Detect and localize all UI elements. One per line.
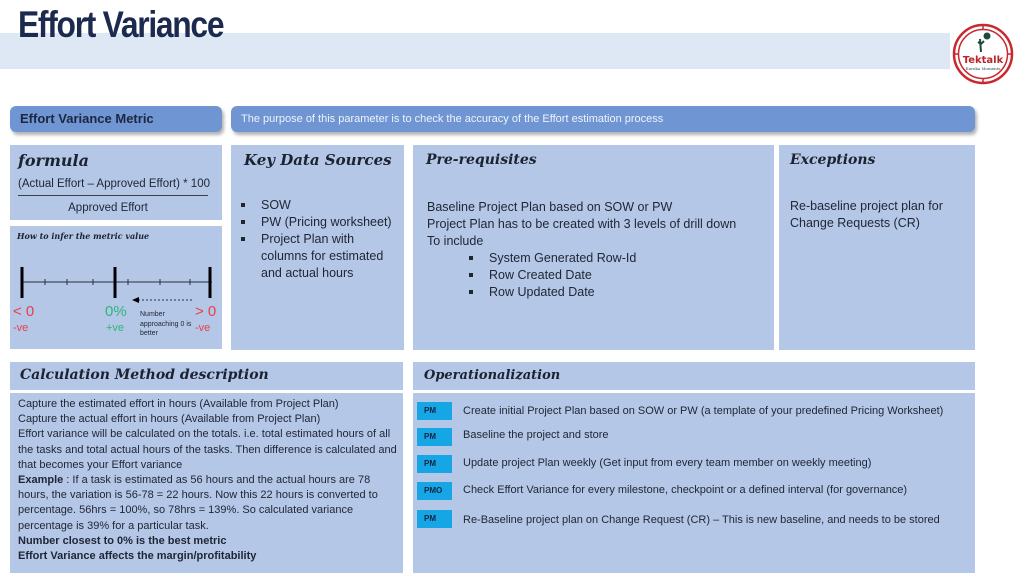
note-line: better	[140, 330, 158, 337]
operationalization-heading: Operationalization	[424, 368, 561, 383]
arrow-left-icon	[132, 297, 139, 303]
list-item: Project Plan with columns for estimated …	[235, 231, 395, 282]
example-text: : If a task is estimated as 56 hours and…	[18, 474, 378, 532]
logo-tagline: Eureka Moments	[966, 66, 1001, 71]
calc-bold-line: Number closest to 0% is the best metric	[18, 534, 227, 547]
role-badge: PMO	[417, 482, 452, 500]
op-step: PM Create initial Project Plan based on …	[413, 402, 975, 422]
exceptions-panel: Exceptions Re-baseline project plan for …	[779, 145, 975, 350]
prereq-line: Project Plan has to be created with 3 le…	[427, 217, 737, 231]
metric-header: Effort Variance Metric	[10, 106, 222, 132]
calculation-panel: Capture the estimated effort in hours (A…	[10, 393, 403, 573]
calculation-text: Capture the estimated effort in hours (A…	[18, 397, 398, 564]
calc-line: Capture the actual effort in hours (Avai…	[18, 413, 321, 426]
logo-name: Tektalk	[963, 55, 1004, 66]
purpose-header: The purpose of this parameter is to chec…	[231, 106, 975, 132]
left-sign: -ve	[13, 322, 29, 334]
example-label: Example	[18, 474, 64, 487]
prereq-list: System Generated Row-Id Row Created Date…	[463, 250, 736, 301]
exceptions-text: Re-baseline project plan for Change Requ…	[790, 199, 943, 230]
prerequisites-heading: Pre-requisites	[426, 152, 537, 168]
step-text: Re-Baseline project plan on Change Reque…	[463, 514, 940, 526]
infer-note: Number approaching 0 is better	[140, 310, 191, 339]
calc-bold-line: Effort Variance affects the margin/profi…	[18, 550, 257, 563]
role-badge: PM	[417, 402, 452, 420]
op-step: PM Baseline the project and store	[413, 428, 975, 448]
formula-heading: formula	[18, 151, 89, 170]
step-text: Update project Plan weekly (Get input fr…	[463, 457, 872, 469]
operationalization-header: Operationalization	[413, 362, 975, 390]
list-item: SOW	[235, 197, 395, 214]
fraction-line	[18, 195, 208, 196]
key-data-sources-heading: Key Data Sources	[244, 151, 392, 169]
center-sign: +ve	[106, 322, 125, 334]
note-line: Number	[140, 311, 165, 318]
op-step: PMO Check Effort Variance for every mile…	[413, 482, 975, 502]
list-item: PW (Pricing worksheet)	[235, 214, 395, 231]
step-text: Create initial Project Plan based on SOW…	[463, 405, 944, 417]
prerequisites-text: Baseline Project Plan based on SOW or PW…	[427, 199, 736, 301]
role-badge: PM	[417, 455, 452, 473]
formula-panel: formula (Actual Effort – Approved Effort…	[10, 145, 222, 220]
calc-example: Example : If a task is estimated as 56 h…	[18, 473, 398, 534]
center-value: 0%	[105, 303, 127, 320]
list-item: System Generated Row-Id	[463, 250, 736, 267]
tektalk-logo: Tektalk Eureka Moments	[952, 22, 1014, 86]
key-data-sources-list: SOW PW (Pricing worksheet) Project Plan …	[235, 197, 395, 282]
calculation-header: Calculation Method description	[10, 362, 403, 390]
formula-denominator: Approved Effort	[68, 202, 148, 214]
prereq-line: Baseline Project Plan based on SOW or PW	[427, 200, 673, 214]
list-item: Row Updated Date	[463, 284, 736, 301]
right-sign: -ve	[195, 322, 211, 334]
prerequisites-panel: Pre-requisites Baseline Project Plan bas…	[413, 145, 774, 350]
role-badge: PM	[417, 428, 452, 446]
operationalization-panel: PM Create initial Project Plan based on …	[413, 393, 975, 573]
left-value: < 0	[13, 303, 35, 320]
calc-line: Capture the estimated effort in hours (A…	[18, 398, 339, 410]
op-step: PM Re-Baseline project plan on Change Re…	[413, 510, 975, 530]
infer-panel: How to infer the metric value < 0 -ve 0%…	[10, 226, 222, 349]
page-title: Effort Variance	[18, 4, 225, 45]
list-item: Row Created Date	[463, 267, 736, 284]
step-text: Baseline the project and store	[463, 429, 609, 441]
exceptions-heading: Exceptions	[790, 152, 876, 168]
formula-numerator: (Actual Effort – Approved Effort) * 100	[18, 178, 210, 190]
role-badge: PM	[417, 510, 452, 528]
key-data-sources-panel: Key Data Sources SOW PW (Pricing workshe…	[231, 145, 404, 350]
right-value: > 0	[195, 303, 217, 320]
prereq-line: To include	[427, 234, 484, 248]
calculation-heading: Calculation Method description	[20, 367, 269, 383]
note-line: approaching 0 is	[140, 320, 192, 328]
calc-line: Effort variance will be calculated on th…	[18, 428, 397, 471]
step-text: Check Effort Variance for every mileston…	[463, 484, 908, 496]
logo-emblem-icon: Tektalk Eureka Moments	[952, 23, 1014, 85]
op-step: PM Update project Plan weekly (Get input…	[413, 455, 975, 475]
